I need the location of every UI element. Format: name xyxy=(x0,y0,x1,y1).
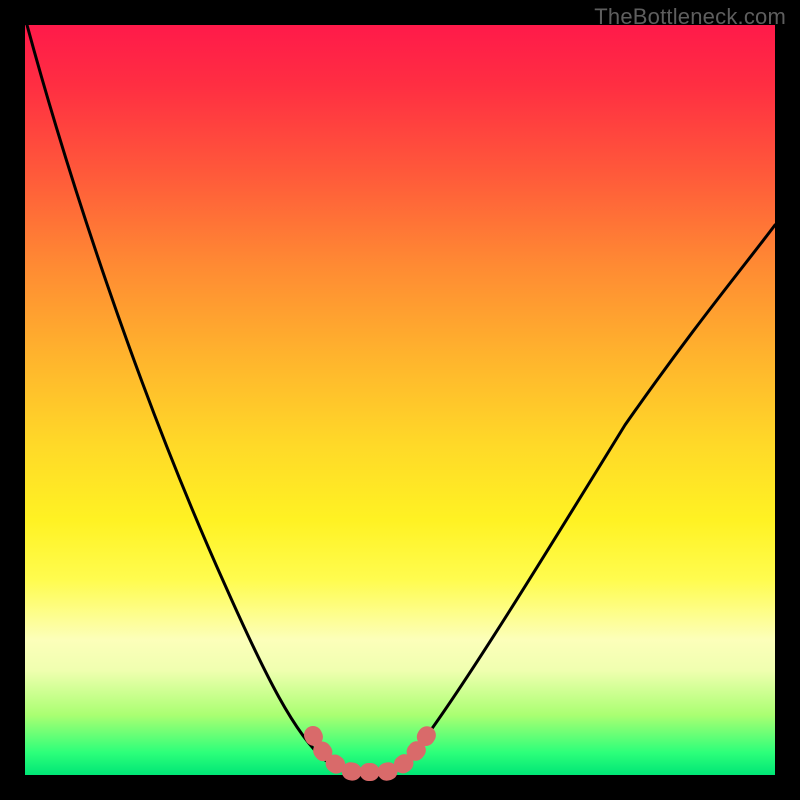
plot-area xyxy=(25,25,775,775)
bottleneck-curve-svg xyxy=(25,25,775,775)
bottleneck-curve xyxy=(27,25,775,773)
sweet-spot-overlay xyxy=(313,735,427,772)
watermark-text: TheBottleneck.com xyxy=(594,4,786,30)
chart-frame: TheBottleneck.com xyxy=(0,0,800,800)
